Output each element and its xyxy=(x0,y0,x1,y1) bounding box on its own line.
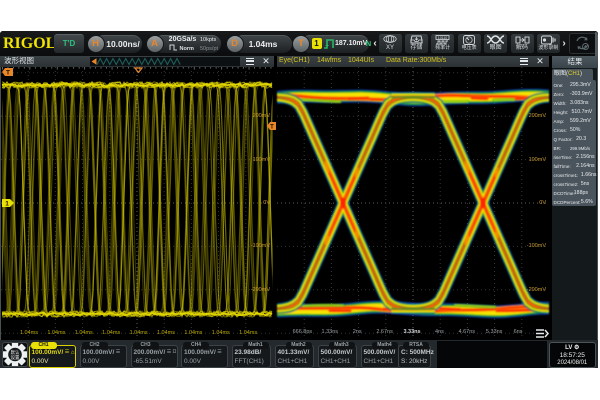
svg-text:设置: 设置 xyxy=(10,354,19,361)
svg-text:T: T xyxy=(270,125,274,131)
svg-text:1: 1 xyxy=(5,201,9,208)
svg-text:T: T xyxy=(6,70,10,77)
